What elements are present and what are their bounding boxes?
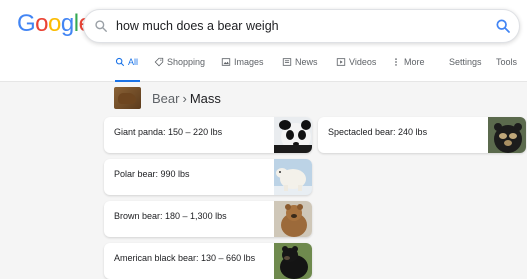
tools-link[interactable]: Tools <box>496 57 517 67</box>
tab-label: All <box>128 57 139 67</box>
tab-shopping[interactable]: Shopping <box>154 57 205 67</box>
knowledge-header: Bear › Mass <box>114 86 221 110</box>
search-icon <box>95 20 107 32</box>
top-bar: Google how much does a bear weigh All Sh… <box>0 0 527 82</box>
tab-all[interactable]: All <box>115 57 138 67</box>
tab-images[interactable]: Images <box>221 57 264 67</box>
image-icon <box>221 58 231 66</box>
tab-label: Images <box>234 57 264 67</box>
tab-more[interactable]: More <box>391 57 425 67</box>
card-label: Brown bear: 180 – 1,300 lbs <box>114 211 227 221</box>
more-vertical-icon <box>395 58 397 66</box>
tab-label: Shopping <box>167 57 206 67</box>
search-box[interactable]: how much does a bear weigh <box>83 9 520 43</box>
search-submit-icon[interactable] <box>495 18 511 34</box>
breadcrumb-current: Mass <box>189 90 221 106</box>
settings-link[interactable]: Settings <box>449 57 482 67</box>
tag-icon <box>154 57 164 67</box>
search-input[interactable]: how much does a bear weigh <box>116 19 279 33</box>
result-card-spectacled-bear[interactable]: Spectacled bear: 240 lbs <box>318 117 526 153</box>
breadcrumb-separator: › <box>182 90 187 106</box>
tab-label: Videos <box>349 57 377 67</box>
card-label: Giant panda: 150 – 220 lbs <box>114 127 223 137</box>
card-label: Polar bear: 990 lbs <box>114 169 190 179</box>
tab-label: News <box>295 57 318 67</box>
spectacled-bear-image <box>488 117 526 153</box>
result-card-brown-bear[interactable]: Brown bear: 180 – 1,300 lbs <box>104 201 312 237</box>
google-logo[interactable]: Google <box>17 10 92 38</box>
giant-panda-image <box>274 117 312 153</box>
play-icon <box>336 58 346 66</box>
result-card-giant-panda[interactable]: Giant panda: 150 – 220 lbs <box>104 117 312 153</box>
brown-bear-image <box>274 201 312 237</box>
card-label: Spectacled bear: 240 lbs <box>328 127 428 137</box>
card-label: American black bear: 130 – 660 lbs <box>114 253 256 263</box>
breadcrumb-parent[interactable]: Bear <box>152 91 179 106</box>
tab-label: Settings <box>449 57 482 67</box>
search-tabs: All Shopping Images News Videos More Set… <box>115 57 525 82</box>
american-black-bear-image <box>274 243 312 279</box>
breadcrumb: Bear › Mass <box>152 91 221 106</box>
result-card-polar-bear[interactable]: Polar bear: 990 lbs <box>104 159 312 195</box>
bear-thumbnail[interactable] <box>114 87 141 109</box>
search-icon <box>115 57 125 67</box>
tab-label: Tools <box>496 57 518 67</box>
result-card-american-black-bear[interactable]: American black bear: 130 – 660 lbs <box>104 243 312 279</box>
news-icon <box>282 58 292 66</box>
tab-news[interactable]: News <box>282 57 318 67</box>
tab-label: More <box>404 57 425 67</box>
tab-videos[interactable]: Videos <box>336 57 376 67</box>
polar-bear-image <box>274 159 312 195</box>
active-tab-indicator <box>115 80 140 82</box>
